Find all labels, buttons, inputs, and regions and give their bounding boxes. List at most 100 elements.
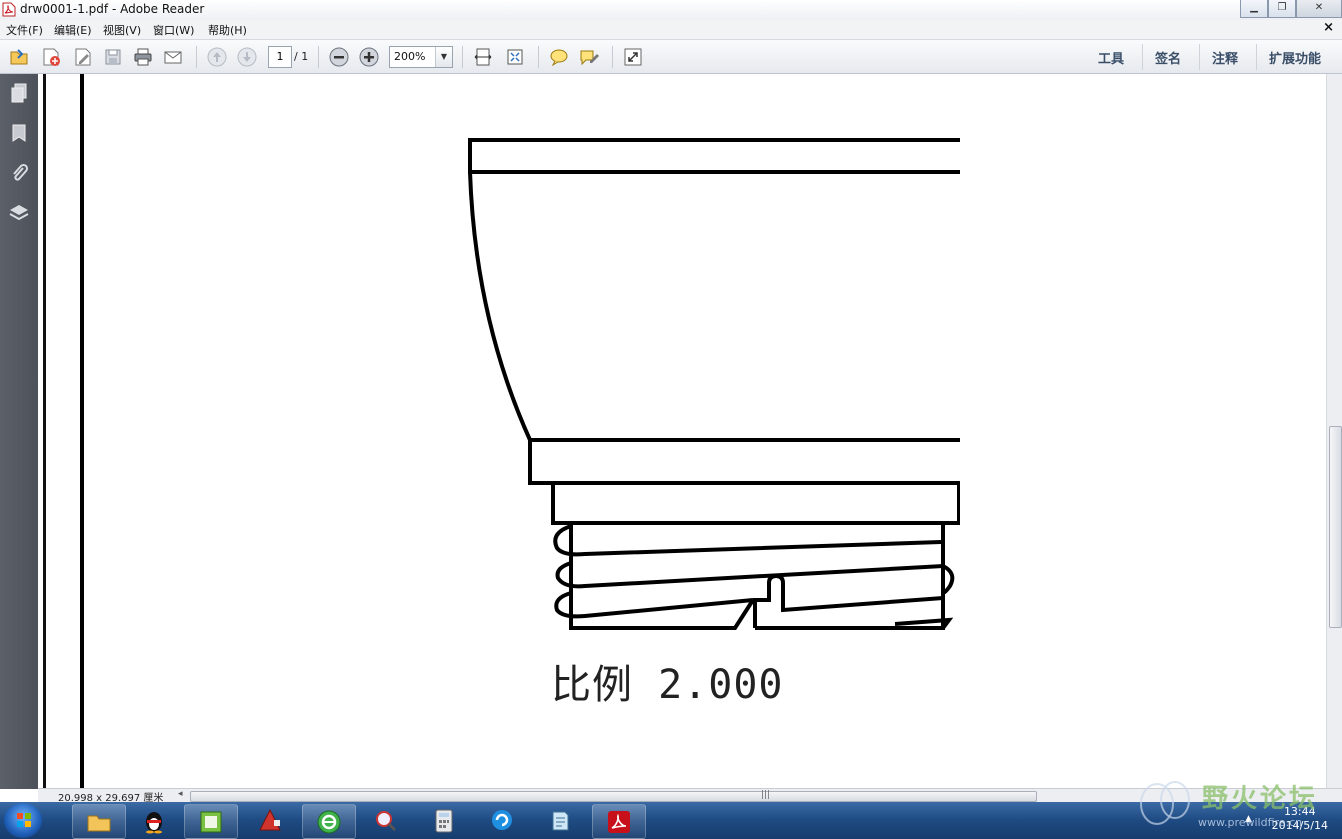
bookmarks-icon[interactable]: [8, 122, 30, 144]
save-button[interactable]: [102, 46, 124, 68]
highlighter-icon: [580, 50, 599, 66]
attachments-icon[interactable]: [8, 162, 30, 184]
toolbar-separator: [612, 46, 613, 68]
sign-pane-button[interactable]: 签名: [1155, 48, 1181, 67]
title-bar: drw0001-1.pdf - Adobe Reader ▁ ❐ ✕: [0, 0, 1342, 21]
window-app-icon: [200, 811, 222, 833]
create-pdf-icon: [43, 48, 60, 66]
folder-icon: [87, 815, 111, 832]
toolbar-separator: [196, 46, 197, 68]
taskbar-chat[interactable]: [476, 804, 528, 837]
zoom-value: 200%: [394, 50, 426, 63]
edit-pencil-icon: [75, 48, 91, 66]
vertical-scroll-thumb[interactable]: [1329, 426, 1342, 628]
drawing-collar: [528, 438, 960, 485]
taskbar-tool[interactable]: [360, 804, 412, 837]
highlight-button[interactable]: [578, 46, 600, 68]
menu-file[interactable]: 文件(F): [6, 22, 43, 38]
minimize-button[interactable]: ▁: [1240, 0, 1268, 18]
arrow-down-circle-icon: [237, 47, 257, 67]
arrow-up-circle-icon: [207, 47, 227, 67]
menu-edit[interactable]: 编辑(E): [54, 22, 92, 38]
notes-icon: [552, 811, 569, 831]
horizontal-scroll-thumb[interactable]: |||: [190, 790, 1037, 802]
watermark-url: www.prewildfire.cn: [1198, 816, 1303, 829]
chevron-down-icon[interactable]: ▼: [435, 47, 452, 67]
start-button[interactable]: [4, 803, 42, 838]
scroll-left-icon[interactable]: ◂: [178, 789, 183, 799]
next-page-button[interactable]: [236, 46, 258, 68]
page-total: / 1: [294, 50, 309, 63]
previous-page-button[interactable]: [206, 46, 228, 68]
email-button[interactable]: [162, 46, 184, 68]
toolbar-separator: [1142, 44, 1143, 70]
menu-window[interactable]: 窗口(W): [153, 22, 194, 38]
pdf-file-icon: [2, 2, 16, 17]
menu-view[interactable]: 视图(V): [103, 22, 141, 38]
drawing-thread-1: [553, 524, 942, 557]
full-screen-button[interactable]: [622, 46, 644, 68]
taskbar-app-window[interactable]: [184, 804, 238, 839]
zoom-select[interactable]: 200% ▼: [389, 46, 453, 68]
drawing-neck: [551, 481, 960, 525]
comment-pane-button[interactable]: 注释: [1212, 48, 1238, 67]
zoom-in-button[interactable]: [358, 46, 380, 68]
open-folder-icon: [10, 49, 28, 65]
menu-bar: 文件(F) 编辑(E) 视图(V) 窗口(W) 帮助(H) ×: [0, 20, 1342, 40]
comment-button[interactable]: [548, 46, 570, 68]
plus-circle-icon: [359, 47, 379, 67]
toolbar-separator: [318, 46, 319, 68]
adobe-reader-icon: [608, 811, 630, 833]
taskbar-adobe-reader[interactable]: [592, 804, 646, 839]
restore-button[interactable]: ❐: [1268, 0, 1296, 18]
page-edge: [43, 74, 46, 788]
browser-e-icon: [317, 810, 341, 834]
print-button[interactable]: [132, 46, 154, 68]
document-close-button[interactable]: ×: [1323, 20, 1334, 35]
page-thumbnails-icon[interactable]: [8, 82, 30, 104]
drawing-left-contour: [468, 171, 532, 441]
fit-page-icon: [474, 48, 492, 66]
expand-icon: [624, 48, 642, 66]
tools-pane-button[interactable]: 工具: [1098, 48, 1124, 67]
edit-pdf-button[interactable]: [72, 46, 94, 68]
magnifier-tool-icon: [376, 811, 397, 832]
taskbar-browser[interactable]: [302, 804, 356, 839]
taskbar-explorer[interactable]: [72, 804, 126, 839]
envelope-icon: [164, 51, 182, 64]
watermark-text: 野火论坛: [1202, 784, 1319, 814]
layers-icon[interactable]: [8, 202, 30, 224]
drawing-thread-3: [554, 591, 754, 619]
drawing-thread-2: [555, 561, 955, 595]
open-file-button[interactable]: [8, 46, 30, 68]
taskbar-calculator[interactable]: [418, 804, 470, 837]
minus-circle-icon: [329, 47, 349, 67]
cad-app-icon: [259, 808, 281, 831]
penguin-icon: [146, 812, 162, 834]
chat-bubble-icon: [492, 810, 512, 830]
close-button[interactable]: ✕: [1296, 0, 1342, 18]
window-title: drw0001-1.pdf - Adobe Reader: [20, 2, 205, 16]
page-number-input[interactable]: [268, 46, 292, 68]
create-pdf-button[interactable]: [40, 46, 62, 68]
fit-window-button[interactable]: [504, 46, 526, 68]
zoom-out-button[interactable]: [328, 46, 350, 68]
toolbar-separator: [1256, 44, 1257, 70]
vertical-scrollbar[interactable]: [1326, 74, 1342, 788]
toolbar-separator: [538, 46, 539, 68]
toolbar-separator: [462, 46, 463, 68]
taskbar-notes[interactable]: [534, 804, 586, 837]
taskbar-creo[interactable]: [244, 804, 296, 837]
extended-pane-button[interactable]: 扩展功能: [1269, 48, 1321, 67]
toolbar: / 1 200% ▼ 工具 签名 注释 扩展功能: [0, 40, 1342, 74]
drawing-frame-line: [80, 74, 84, 788]
fit-width-button[interactable]: [472, 46, 494, 68]
navigation-pane: [0, 74, 38, 789]
menu-help[interactable]: 帮助(H): [208, 22, 247, 38]
taskbar-qq[interactable]: [128, 804, 180, 837]
save-disk-icon: [105, 49, 121, 65]
cad-drawing: [468, 138, 960, 630]
calculator-icon: [435, 809, 453, 833]
scroll-grip: |||: [761, 790, 771, 800]
drawing-notch: [753, 573, 944, 628]
